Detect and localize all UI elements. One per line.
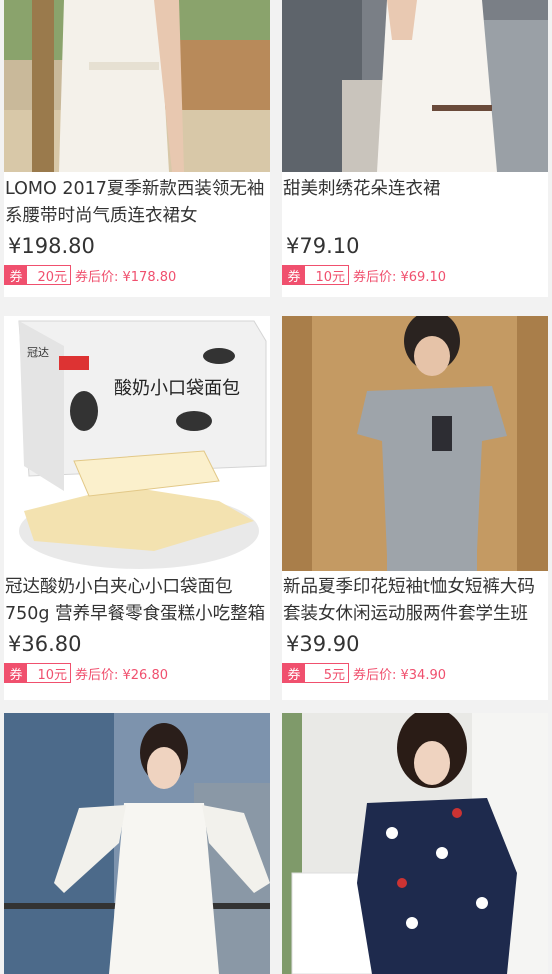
product-price: ¥36.80 — [8, 632, 82, 656]
coupon-tag: 券 — [5, 266, 27, 285]
navy-print-dress-photo-icon — [282, 713, 548, 974]
embroidered-dress-photo-icon — [282, 0, 548, 172]
product-card[interactable]: LOMO 2017夏季新款西装领无袖系腰带时尚气质连衣裙女 ¥198.80 券 … — [4, 0, 270, 297]
product-image[interactable] — [4, 0, 270, 172]
coupon-amount: 5元 — [323, 667, 345, 683]
coupon-amount: 10元 — [37, 667, 67, 683]
product-image[interactable] — [282, 713, 548, 974]
coupon-amount: 20元 — [37, 269, 67, 285]
product-card[interactable]: 甜美刺绣花朵连衣裙 ¥79.10 券 10元 券后价: ¥69.10 — [282, 0, 548, 297]
coupon-row: 券 20元 券后价: ¥178.80 — [4, 264, 176, 286]
product-image[interactable] — [4, 713, 270, 974]
package-brand: 冠达 — [27, 346, 49, 359]
coupon-amount: 10元 — [315, 269, 345, 285]
coupon-tag: 券 — [283, 266, 305, 285]
product-image[interactable] — [282, 316, 548, 571]
coupon-badge[interactable]: 券 20元 — [4, 265, 71, 285]
product-price: ¥198.80 — [8, 234, 95, 258]
product-card[interactable] — [4, 713, 270, 974]
after-coupon-price: 券后价: ¥69.10 — [353, 269, 446, 285]
product-card[interactable] — [282, 713, 548, 974]
product-title[interactable]: 冠达酸奶小白夹心小口袋面包750g 营养早餐零食蛋糕小吃整箱 — [5, 574, 267, 628]
coupon-row: 券 10元 券后价: ¥69.10 — [282, 264, 446, 286]
product-card[interactable]: 新品夏季印花短袖t恤女短裤大码套装女休闲运动服两件套学生班 ¥39.90 券 5… — [282, 316, 548, 700]
after-coupon-price: 券后价: ¥26.80 — [75, 667, 168, 683]
coupon-badge[interactable]: 券 10元 — [282, 265, 349, 285]
after-coupon-price: 券后价: ¥34.90 — [353, 667, 446, 683]
coupon-row: 券 10元 券后价: ¥26.80 — [4, 662, 168, 684]
product-title[interactable]: LOMO 2017夏季新款西装领无袖系腰带时尚气质连衣裙女 — [5, 176, 267, 230]
product-image[interactable]: 冠达 酸奶小口袋面包 — [4, 316, 270, 571]
white-offshoulder-dress-photo-icon — [4, 713, 270, 974]
product-title[interactable]: 新品夏季印花短袖t恤女短裤大码套装女休闲运动服两件套学生班 — [283, 574, 545, 628]
product-image[interactable] — [282, 0, 548, 172]
coupon-badge[interactable]: 券 5元 — [282, 663, 349, 683]
coupon-tag: 券 — [5, 664, 27, 683]
coupon-row: 券 5元 券后价: ¥34.90 — [282, 662, 446, 684]
product-card[interactable]: 冠达 酸奶小口袋面包 冠达酸奶小白夹心小口袋面包750g 营养早餐零食蛋糕小吃整… — [4, 316, 270, 700]
bread-box-photo-icon: 冠达 酸奶小口袋面包 — [4, 316, 270, 571]
coupon-tag: 券 — [283, 664, 305, 683]
product-grid: LOMO 2017夏季新款西装领无袖系腰带时尚气质连衣裙女 ¥198.80 券 … — [0, 0, 552, 974]
grey-tshirt-set-photo-icon — [282, 316, 548, 571]
product-price: ¥79.10 — [286, 234, 360, 258]
coupon-badge[interactable]: 券 10元 — [4, 663, 71, 683]
product-price: ¥39.90 — [286, 632, 360, 656]
white-dress-photo-icon — [4, 0, 270, 172]
after-coupon-price: 券后价: ¥178.80 — [75, 269, 177, 285]
product-title[interactable]: 甜美刺绣花朵连衣裙 — [283, 176, 545, 230]
package-text: 酸奶小口袋面包 — [114, 378, 240, 399]
